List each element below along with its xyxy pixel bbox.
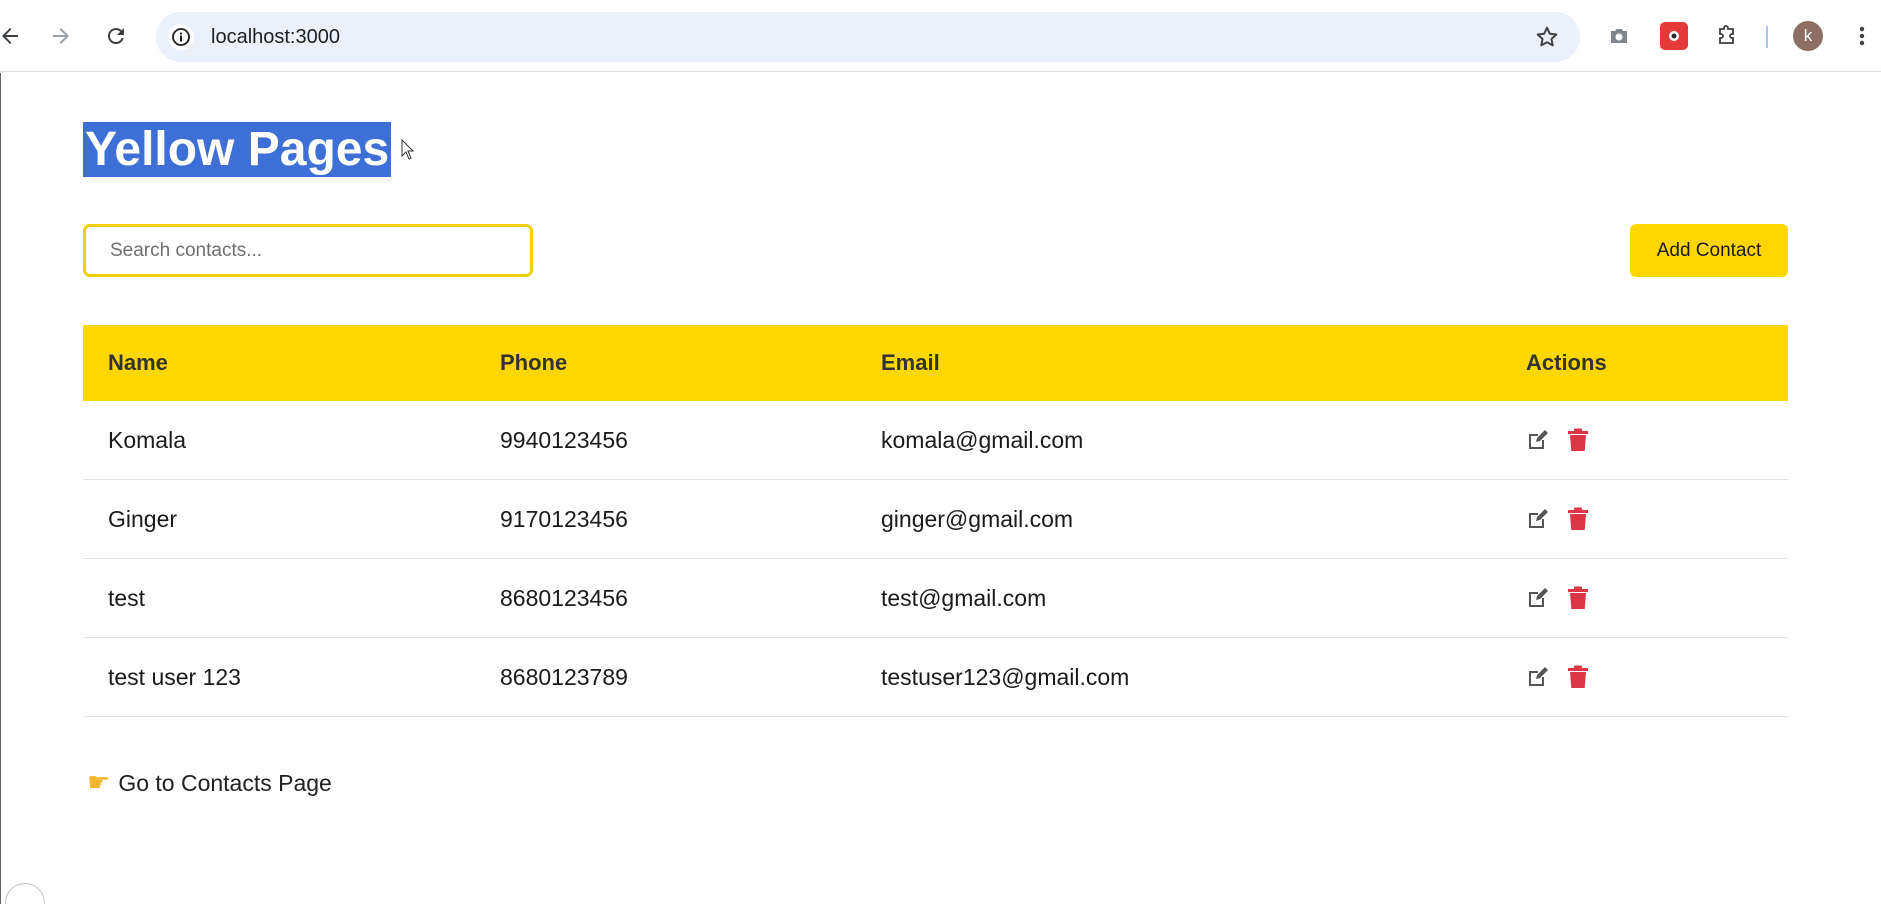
trash-icon[interactable] bbox=[1566, 665, 1590, 689]
edit-icon[interactable] bbox=[1526, 507, 1550, 531]
add-contact-button[interactable]: Add Contact bbox=[1630, 224, 1788, 277]
contact-phone: 8680123456 bbox=[500, 584, 628, 611]
avatar[interactable]: k bbox=[1793, 21, 1823, 51]
address-bar[interactable]: localhost:3000 bbox=[156, 12, 1580, 62]
contact-phone: 9940123456 bbox=[500, 426, 628, 453]
table-row: test 8680123456 test@gmail.com bbox=[83, 559, 1788, 638]
header-actions: Actions bbox=[1526, 350, 1607, 375]
table-row: Ginger 9170123456 ginger@gmail.com bbox=[83, 480, 1788, 559]
contact-email: test@gmail.com bbox=[881, 584, 1047, 611]
contact-email: komala@gmail.com bbox=[881, 426, 1084, 453]
camera-icon[interactable] bbox=[1605, 22, 1633, 50]
page-content: Yellow Pages Add Contact Name Phone Emai… bbox=[0, 73, 1881, 904]
contact-name: test user 123 bbox=[108, 663, 241, 690]
trash-icon[interactable] bbox=[1566, 428, 1590, 452]
row-actions bbox=[1526, 665, 1590, 689]
row-actions bbox=[1526, 428, 1590, 452]
trash-icon[interactable] bbox=[1566, 586, 1590, 610]
contact-name: Ginger bbox=[108, 505, 178, 532]
extension-icon-red[interactable] bbox=[1660, 22, 1688, 50]
contact-phone: 9170123456 bbox=[500, 505, 628, 532]
edit-icon[interactable] bbox=[1526, 586, 1550, 610]
puzzle-icon[interactable] bbox=[1713, 22, 1741, 50]
url-text[interactable]: localhost:3000 bbox=[211, 26, 340, 49]
edit-icon[interactable] bbox=[1526, 665, 1550, 689]
more-menu-icon[interactable] bbox=[1848, 22, 1876, 50]
pointing-hand-icon: ☛ bbox=[87, 768, 111, 798]
row-actions bbox=[1526, 507, 1590, 531]
header-name: Name bbox=[108, 350, 168, 375]
row-actions bbox=[1526, 586, 1590, 610]
contact-phone: 8680123789 bbox=[500, 663, 628, 690]
header-email: Email bbox=[881, 350, 940, 375]
page-title: Yellow Pages bbox=[83, 122, 392, 177]
reload-icon[interactable] bbox=[98, 18, 134, 54]
star-icon[interactable] bbox=[1534, 24, 1560, 50]
contact-email: ginger@gmail.com bbox=[881, 505, 1074, 532]
contacts-page-link-label: Go to Contacts Page bbox=[118, 769, 332, 796]
info-icon[interactable] bbox=[168, 24, 194, 50]
forward-arrow-icon[interactable] bbox=[43, 18, 79, 54]
trash-icon[interactable] bbox=[1566, 507, 1590, 531]
contacts-page-link[interactable]: ☛ Go to Contacts Page bbox=[87, 768, 332, 798]
header-phone: Phone bbox=[500, 350, 568, 375]
contact-email: testuser123@gmail.com bbox=[881, 663, 1130, 690]
table-header: Name Phone Email Actions bbox=[83, 325, 1788, 401]
table-row: test user 123 8680123789 testuser123@gma… bbox=[83, 638, 1788, 717]
mouse-cursor-icon bbox=[401, 139, 415, 160]
corner-badge[interactable] bbox=[5, 883, 45, 904]
search-input[interactable] bbox=[83, 224, 533, 277]
edit-icon[interactable] bbox=[1526, 428, 1550, 452]
contact-name: Komala bbox=[108, 426, 186, 453]
contact-name: test bbox=[108, 584, 146, 611]
back-arrow-icon[interactable] bbox=[0, 18, 28, 54]
browser-toolbar: localhost:3000 k bbox=[0, 0, 1881, 72]
contacts-table: Name Phone Email Actions Komala 99401234… bbox=[83, 325, 1788, 717]
table-row: Komala 9940123456 komala@gmail.com bbox=[83, 401, 1788, 480]
toolbar-divider bbox=[1766, 26, 1768, 48]
